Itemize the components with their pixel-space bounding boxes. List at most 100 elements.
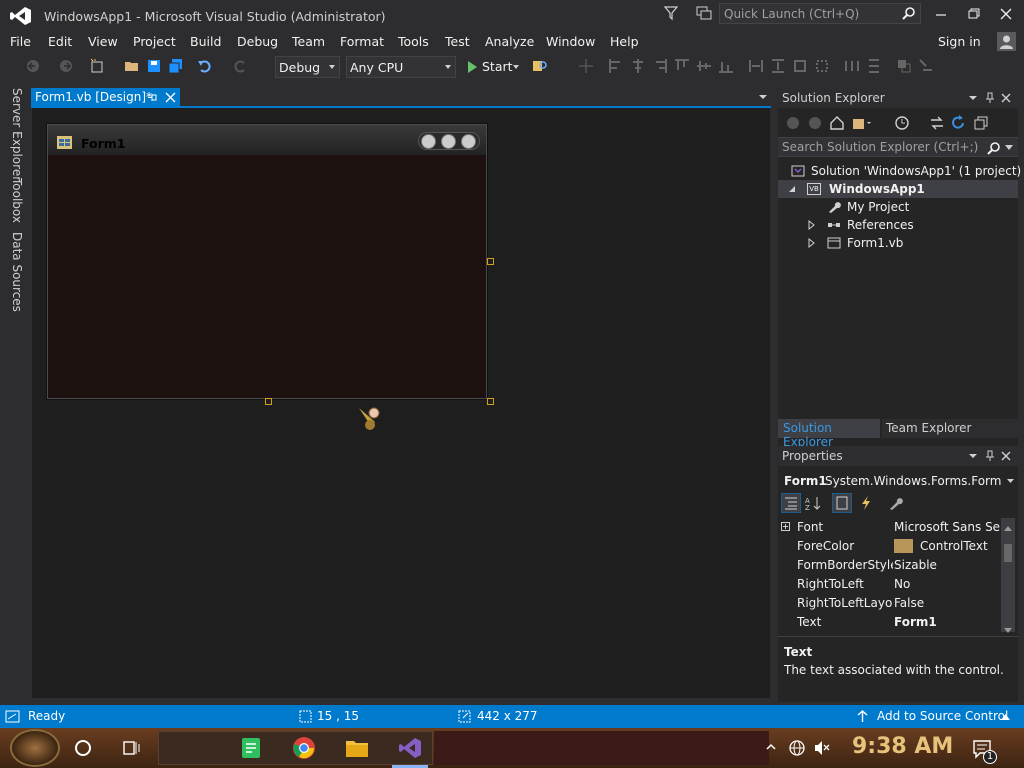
home-icon[interactable] (829, 115, 845, 131)
solution-configuration-dropdown[interactable]: Debug (275, 56, 340, 78)
search-icon[interactable] (902, 6, 916, 20)
sticky-notes-app-icon[interactable] (239, 736, 263, 760)
collapsed-triangle-icon[interactable] (806, 238, 816, 248)
solution-explorer-search-box[interactable] (778, 137, 1018, 157)
form1-design-window[interactable]: Form1 (47, 124, 487, 399)
resize-handle-bottom[interactable] (265, 398, 272, 405)
collapsed-triangle-icon[interactable] (806, 220, 816, 230)
tab-toolbox[interactable]: Toolbox (10, 178, 24, 223)
tab-solution-explorer[interactable]: Solution Explorer (778, 419, 880, 449)
expand-plus-icon[interactable] (781, 522, 790, 531)
back-icon[interactable] (786, 116, 800, 130)
make-same-height-icon[interactable] (770, 58, 786, 74)
close-icon[interactable] (1000, 450, 1012, 462)
pin-icon[interactable] (146, 92, 158, 103)
menu-file[interactable]: File (10, 34, 31, 49)
tab-data-sources[interactable]: Data Sources (10, 232, 24, 312)
events-lightning-icon[interactable] (858, 495, 874, 511)
property-row-forecolor[interactable]: ForeColor ControlText (778, 537, 1000, 556)
window-position-icon[interactable] (967, 450, 979, 462)
property-row-righttoleftlayout[interactable]: RightToLeftLayout False (778, 594, 1000, 613)
properties-object-selector[interactable]: Form1 System.Windows.Forms.Form (778, 471, 1018, 491)
menu-project[interactable]: Project (133, 34, 176, 49)
tab-server-explorer[interactable]: Server Explorer (10, 88, 24, 181)
form-minimize-icon[interactable] (421, 134, 436, 149)
find-in-files-icon[interactable] (532, 58, 548, 74)
menu-build[interactable]: Build (190, 34, 221, 49)
tree-item-my-project[interactable]: My Project (778, 198, 1018, 216)
navigate-back-icon[interactable] (25, 58, 41, 74)
network-globe-icon[interactable] (788, 739, 806, 757)
align-to-grid-icon[interactable] (578, 58, 594, 74)
menu-tools[interactable]: Tools (398, 34, 429, 49)
new-project-icon[interactable] (89, 58, 105, 74)
tab-form1-design[interactable]: Form1.vb [Design]* (31, 88, 180, 107)
resize-handle-bottom-right[interactable] (487, 398, 494, 405)
switch-views-icon[interactable] (852, 115, 872, 131)
undo-icon[interactable] (197, 58, 213, 74)
menu-window[interactable]: Window (546, 34, 595, 49)
align-rights-icon[interactable] (652, 58, 668, 74)
show-hidden-icons-chevron-icon[interactable] (766, 742, 776, 752)
pin-icon[interactable] (984, 92, 996, 104)
chrome-browser-icon[interactable] (292, 736, 316, 760)
close-icon[interactable] (165, 92, 176, 103)
menu-format[interactable]: Format (340, 34, 384, 49)
size-to-grid-icon[interactable] (814, 58, 830, 74)
form-close-icon[interactable] (461, 134, 476, 149)
search-icon[interactable] (987, 141, 1001, 155)
categorized-icon[interactable] (781, 493, 801, 513)
close-icon[interactable] (1000, 92, 1012, 104)
align-tops-icon[interactable] (674, 58, 690, 74)
tab-team-explorer[interactable]: Team Explorer (882, 419, 1018, 438)
property-row-formborderstyle[interactable]: FormBorderStyle Sizable (778, 556, 1000, 575)
chevron-up-icon[interactable] (1001, 713, 1010, 720)
menu-test[interactable]: Test (445, 34, 470, 49)
refresh-icon[interactable] (950, 115, 966, 131)
form-maximize-icon[interactable] (441, 134, 456, 149)
tree-solution-node[interactable]: Solution 'WindowsApp1' (1 project) (778, 162, 1021, 180)
arrow-up-icon[interactable] (857, 710, 868, 723)
solution-explorer-search-input[interactable] (782, 140, 982, 154)
chevron-down-icon[interactable] (1007, 479, 1014, 484)
resize-handle-right[interactable] (487, 258, 494, 265)
tree-item-form1-vb[interactable]: Form1.vb (778, 234, 1018, 252)
align-bottoms-icon[interactable] (718, 58, 734, 74)
redo-icon[interactable] (232, 58, 248, 74)
output-window-icon[interactable] (5, 710, 20, 723)
tree-item-references[interactable]: References (778, 216, 1018, 234)
chevron-down-icon[interactable] (513, 65, 519, 69)
tab-order-icon[interactable] (918, 58, 934, 74)
scrollbar-thumb[interactable] (1004, 544, 1012, 562)
volume-muted-icon[interactable] (813, 739, 831, 757)
properties-view-icon[interactable] (832, 493, 852, 513)
quick-launch-box[interactable] (719, 3, 921, 24)
sync-with-active-document-icon[interactable] (929, 115, 945, 131)
menu-debug[interactable]: Debug (237, 34, 278, 49)
chevron-down-icon[interactable] (1005, 145, 1013, 151)
menu-team[interactable]: Team (292, 34, 325, 49)
form1-client-area[interactable] (50, 155, 484, 397)
property-row-righttoleft[interactable]: RightToLeft No (778, 575, 1000, 594)
vertical-spacing-icon[interactable] (866, 58, 882, 74)
sign-in-link[interactable]: Sign in (938, 34, 981, 49)
align-centers-icon[interactable] (630, 58, 646, 74)
taskbar-clock[interactable]: 9:38 AM (852, 734, 953, 759)
add-to-source-control-button[interactable]: Add to Source Control (877, 709, 1008, 723)
cortana-search-icon[interactable] (75, 740, 91, 756)
form1-titlebar[interactable]: Form1 (48, 125, 486, 155)
horizontal-spacing-icon[interactable] (844, 58, 860, 74)
expanded-triangle-icon[interactable] (787, 184, 797, 194)
pin-icon[interactable] (984, 450, 996, 462)
open-file-icon[interactable] (124, 58, 140, 74)
close-button[interactable] (991, 4, 1021, 24)
bring-to-front-icon[interactable] (896, 58, 912, 74)
alphabetical-icon[interactable]: AZ (805, 495, 823, 511)
make-same-width-icon[interactable] (748, 58, 764, 74)
save-icon[interactable] (146, 58, 162, 74)
filter-icon[interactable] (664, 5, 678, 21)
visual-studio-taskbar-icon[interactable] (398, 736, 422, 760)
navigate-forward-icon[interactable] (58, 58, 74, 74)
scroll-up-icon[interactable] (1004, 520, 1012, 531)
account-avatar-icon[interactable] (997, 32, 1016, 51)
